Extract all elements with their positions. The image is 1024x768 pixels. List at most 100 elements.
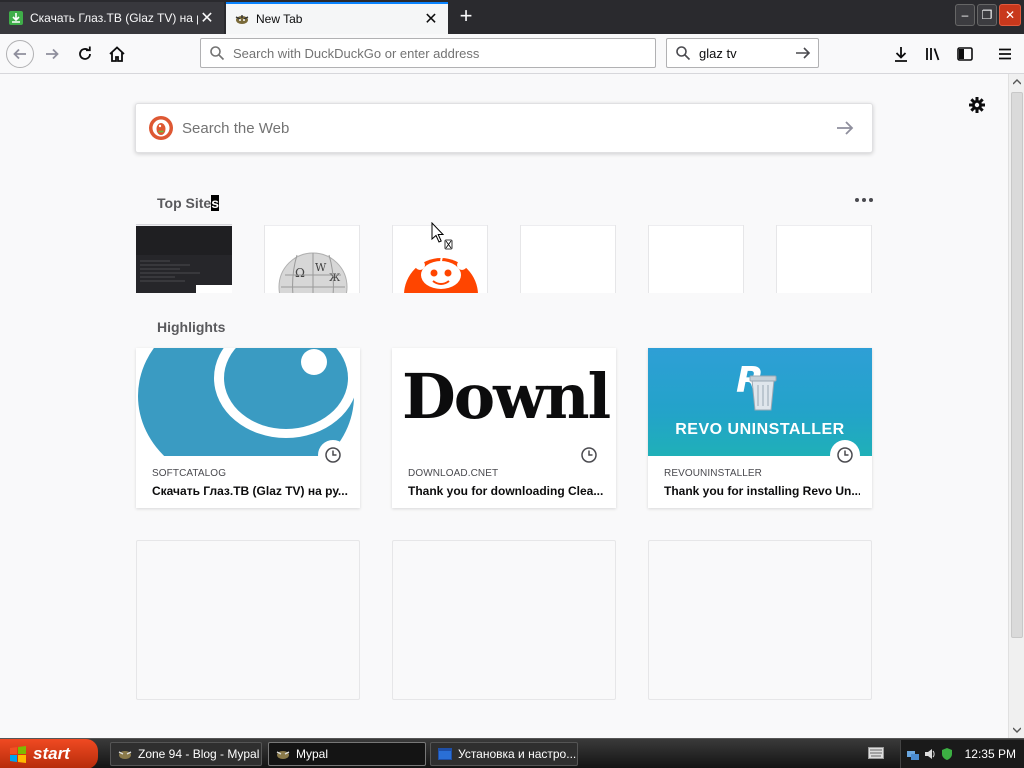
top-site-reddit-tile[interactable] [392,225,488,293]
card-hostname: SOFTCATALOG [152,468,227,479]
top-site-empty-tile [648,225,744,293]
wikipedia-globe-icon: Ω W Ж [265,225,359,293]
network-icon[interactable] [906,747,920,761]
highlight-card[interactable]: SOFTCATALOG Скачать Глаз.ТВ (Glaz TV) на… [136,348,360,508]
system-tray: 12:35 PM [900,740,1024,768]
search-input[interactable] [699,45,794,61]
document-window-icon [438,748,452,760]
scrollbar-thumb[interactable] [1011,92,1023,638]
revo-logo-icon: R [736,360,777,411]
close-tab-icon[interactable]: ✕ [422,9,440,29]
site-screenshot [136,225,232,293]
web-search-submit-button[interactable] [832,115,858,141]
library-icon [926,48,940,61]
reddit-alien-icon [393,225,487,293]
home-button[interactable] [103,40,131,68]
tab-softcatalog[interactable]: Скачать Глаз.ТВ (Glaz TV) на ру ✕ [0,2,224,34]
sidebar-button[interactable] [952,40,978,68]
highlight-card[interactable]: R REVO UNINSTALLER REVOUNINSTALLER Thank… [648,348,872,508]
scroll-down-arrow-icon[interactable] [1009,722,1024,738]
download-arrow-icon [895,47,907,62]
web-search-box[interactable] [135,103,873,153]
scroll-up-arrow-icon[interactable] [1009,74,1024,90]
forward-button[interactable] [38,40,66,68]
highlight-card[interactable]: Downl DOWNLOAD.CNET Thank you for downlo… [392,348,616,508]
close-window-button[interactable]: ✕ [999,4,1021,26]
card-hostname: REVOUNINSTALLER [664,468,763,479]
windows-flag-icon [10,746,26,763]
library-button[interactable] [920,40,946,68]
start-button[interactable]: start [0,739,98,768]
revo-thumbnail: R REVO UNINSTALLER [648,348,872,456]
downloads-button[interactable] [888,40,914,68]
new-tab-page: Top Sites Ω W Ж [0,74,1008,738]
top-site-empty-tile [520,225,616,293]
settings-gear-icon[interactable] [966,94,988,116]
volume-icon[interactable] [923,747,937,761]
new-tab-button[interactable]: + [452,4,480,30]
mypal-icon [276,751,290,759]
highlight-placeholder [392,540,616,700]
minimize-button[interactable]: ‒ [955,4,975,26]
duckduckgo-icon [149,116,173,140]
taskbar-item[interactable]: Zone 94 - Blog - Mypal [110,742,262,766]
home-icon [109,46,125,62]
maximize-button[interactable]: ❐ [977,4,997,26]
thumbnail-text: REVO UNINSTALLER [675,421,845,438]
tab-new-tab[interactable]: New Tab ✕ [226,2,448,34]
more-options-icon[interactable] [852,192,876,208]
highlight-placeholder [136,540,360,700]
clock-icon [830,440,860,470]
clock-icon [318,440,348,470]
taskbar-item[interactable]: Установка и настро... [430,742,578,766]
menu-button[interactable] [992,40,1018,68]
svg-text:W: W [315,261,327,274]
url-input[interactable] [233,45,655,61]
url-bar[interactable] [200,38,656,68]
close-tab-icon[interactable]: ✕ [198,8,216,28]
reload-button[interactable] [71,40,99,68]
back-arrow-icon [13,48,26,60]
svg-text:Ω: Ω [295,266,305,280]
top-site-tile[interactable] [136,225,232,293]
top-site-wikipedia-tile[interactable]: Ω W Ж [264,225,360,293]
hamburger-menu-icon [999,48,1011,60]
svg-text:Ж: Ж [329,273,341,284]
download-icon [8,10,24,26]
reload-icon [79,46,91,60]
clock: 12:35 PM [964,747,1016,761]
forward-arrow-icon [46,48,59,60]
windows-taskbar: start Zone 94 - Blog - Mypal Mypal Устан… [0,738,1024,768]
text-selection-caret: s [211,195,219,211]
tab-title: Скачать Глаз.ТВ (Glaz TV) на ру [30,11,198,25]
back-button[interactable] [6,40,34,68]
sidebar-icon [957,47,973,61]
keyboard-icon[interactable] [868,747,884,759]
softcatalog-thumbnail [136,348,360,456]
taskbar-item-label: Zone 94 - Blog - Mypal [138,747,260,761]
search-bar[interactable] [666,38,819,68]
card-title: Скачать Глаз.ТВ (Glaz TV) на ру... [152,484,348,498]
arrow-right-icon [837,121,854,135]
taskbar-item-active[interactable]: Mypal [268,742,426,766]
security-shield-icon[interactable] [940,747,954,761]
top-sites-heading-text: Top Site [157,195,212,211]
mypal-icon [234,11,250,27]
tab-strip: Скачать Глаз.ТВ (Glaz TV) на ру ✕ New Ta… [0,0,1024,34]
search-icon [676,46,691,61]
taskbar-item-label: Установка и настро... [458,747,577,761]
search-icon [210,46,225,61]
card-hostname: DOWNLOAD.CNET [408,468,499,479]
highlight-placeholder [648,540,872,700]
tab-title: New Tab [256,12,303,26]
clock-icon [574,440,604,470]
card-title: Thank you for downloading Clea... [408,484,604,498]
top-sites-heading: Top Sites [157,195,219,211]
cnet-thumbnail: Downl [392,348,616,456]
mypal-icon [118,751,132,759]
vertical-scrollbar[interactable] [1008,74,1024,738]
search-go-icon[interactable] [794,44,812,62]
top-site-empty-tile [776,225,872,293]
web-search-input[interactable] [182,119,832,137]
thumbnail-text: Downl [402,360,611,433]
